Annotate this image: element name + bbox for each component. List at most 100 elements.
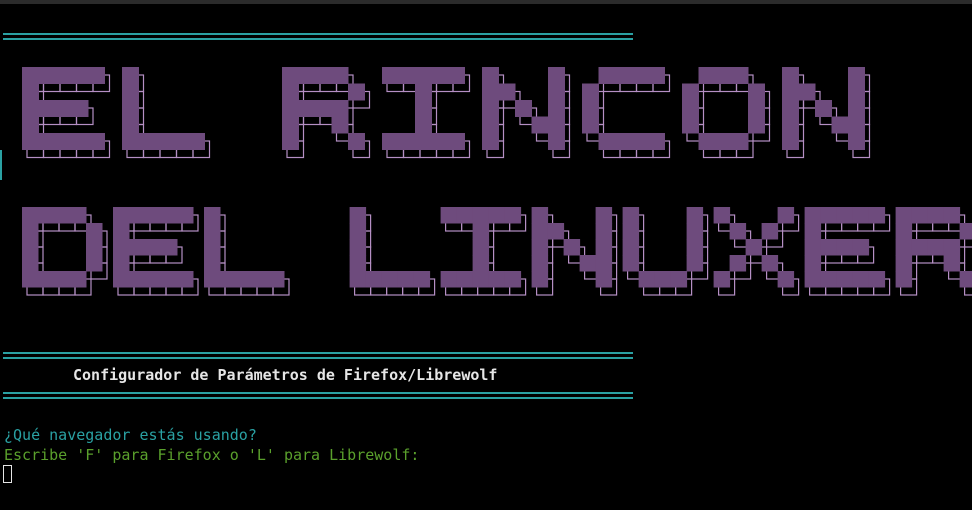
banner-line2-glyph-block xyxy=(531,223,549,240)
banner-line2-glyph-block xyxy=(804,255,822,272)
banner-line1-glyph-block xyxy=(122,83,139,101)
banner-line2-glyph-block xyxy=(911,207,929,224)
banner-line1-glyph-block xyxy=(848,100,865,117)
banner-line1-glyph-block xyxy=(38,133,56,150)
terminal-cursor[interactable] xyxy=(3,465,12,483)
banner-line1-glyph-block xyxy=(831,116,849,134)
banner-line1-glyph-block xyxy=(22,67,39,84)
banner-line2-glyph-block xyxy=(595,255,613,272)
banner-line2-glyph-block xyxy=(943,239,961,256)
banner-line1-glyph-block xyxy=(498,83,516,101)
banner-line1-glyph-block xyxy=(71,67,89,84)
banner-line2-glyph-block xyxy=(836,239,854,256)
banner-line2-glyph-block xyxy=(204,239,221,256)
edge-mark xyxy=(0,150,2,180)
banner-line2-glyph-block xyxy=(38,207,55,224)
banner-line2-glyph-block xyxy=(927,207,945,224)
banner-line1-glyph-block xyxy=(482,133,499,150)
banner-line1-glyph-block xyxy=(482,83,499,101)
banner-line2-glyph-block xyxy=(531,271,549,288)
banner-line1-glyph-block xyxy=(88,67,105,84)
banner-line1-glyph-block xyxy=(798,83,816,101)
banner-line2-glyph-block xyxy=(595,223,613,240)
banner-line2-glyph-block xyxy=(761,255,779,272)
banner-line1-glyph-block xyxy=(682,100,699,117)
banner-line1-glyph-block xyxy=(298,67,316,84)
banner-line2-glyph-block xyxy=(959,271,972,288)
banner-line1-glyph-block xyxy=(848,116,865,134)
banner-line1-glyph-block xyxy=(848,67,865,84)
banner-line2-glyph-block xyxy=(804,239,822,256)
banner-line2-glyph-block xyxy=(129,271,146,288)
banner-line1-glyph-block xyxy=(382,67,399,84)
banner-line2-glyph-block xyxy=(852,239,870,256)
banner-line2-glyph-block xyxy=(686,223,704,240)
banner-line2-glyph-block xyxy=(804,207,822,224)
banner-line1-glyph-block xyxy=(348,133,365,150)
banner-line2-glyph-block xyxy=(622,207,640,224)
banner-line1-glyph-block xyxy=(715,133,732,150)
banner-line1-glyph-block xyxy=(431,133,449,150)
banner-line2-glyph-block xyxy=(488,271,506,288)
banner-line2-glyph-block xyxy=(531,255,549,272)
banner-line2-glyph-block xyxy=(638,271,656,288)
banner-line1-glyph-block xyxy=(122,116,139,134)
banner-line2-glyph-block xyxy=(397,271,415,288)
banner-line2-glyph-block xyxy=(22,255,39,272)
banner-line1-glyph-block xyxy=(22,133,39,150)
banner-line2-glyph-block xyxy=(70,271,87,288)
banner-line2-glyph-block xyxy=(729,223,747,240)
ascii-art-banner xyxy=(22,67,972,296)
banner-line1-glyph-block xyxy=(531,116,549,134)
banner-line1-glyph-block xyxy=(315,67,332,84)
banner-line2-glyph-block xyxy=(413,271,431,288)
banner-line2-glyph-block xyxy=(686,255,704,272)
banner-line1-glyph-block xyxy=(55,100,72,117)
banner-line2-glyph-block xyxy=(729,255,747,272)
banner-line2-glyph-block xyxy=(804,223,822,240)
banner-line2-glyph-block xyxy=(86,255,103,272)
banner-line1-glyph-block xyxy=(38,67,56,84)
banner-line1-glyph-block xyxy=(171,133,189,150)
banner-line1-glyph-block xyxy=(698,133,716,150)
banner-line1-glyph-block xyxy=(548,67,565,84)
banner-line2-glyph-block xyxy=(252,271,269,288)
banner-line1-glyph-block xyxy=(748,83,765,101)
banner-line2-glyph-block xyxy=(38,271,55,288)
bottom-divider xyxy=(3,392,633,399)
banner-line2-glyph-block xyxy=(220,271,237,288)
banner-line1-glyph-block xyxy=(848,133,865,150)
banner-line1-glyph-block xyxy=(482,116,499,134)
banner-line2-glyph-block xyxy=(472,207,490,224)
instruction-text: Escribe 'F' para Firefox o 'L' para Libr… xyxy=(4,446,420,464)
banner-line2-glyph-block xyxy=(113,207,130,224)
banner-line2-glyph-block xyxy=(670,271,688,288)
banner-line2-glyph-block xyxy=(852,271,870,288)
banner-line2-glyph-block xyxy=(349,255,367,272)
banner-line2-glyph-block xyxy=(161,207,178,224)
banner-line1-glyph-block xyxy=(282,133,299,150)
banner-line2-glyph-block xyxy=(145,239,162,256)
banner-line2-glyph-block xyxy=(488,207,506,224)
banner-line2-glyph-block xyxy=(595,239,613,256)
banner-line1-glyph-block xyxy=(88,133,105,150)
banner-line1-glyph-block xyxy=(155,133,172,150)
banner-line2-glyph-block xyxy=(911,239,929,256)
banner-line2-glyph-block xyxy=(161,271,178,288)
banner-line1-glyph-block xyxy=(748,100,765,117)
banner-line1-glyph-block xyxy=(648,133,665,150)
banner-line1-glyph-block xyxy=(415,67,432,84)
banner-line2-glyph-block xyxy=(820,207,838,224)
terminal-window[interactable]: Configurador de Parámetros de Firefox/Li… xyxy=(0,0,972,510)
banner-line2-glyph-block xyxy=(440,271,458,288)
banner-line1-glyph-block xyxy=(348,83,365,101)
banner-line2-glyph-block xyxy=(943,207,961,224)
banner-line1-glyph-block xyxy=(315,100,332,117)
banner-line2-glyph-block xyxy=(70,207,87,224)
banner-line1-glyph-block xyxy=(282,100,299,117)
banner-line1-glyph-block xyxy=(631,67,649,84)
banner-line1-glyph-block xyxy=(122,100,139,117)
banner-line1-glyph-block xyxy=(22,100,39,117)
banner-line1-glyph-block xyxy=(415,100,432,117)
banner-line2-glyph-block xyxy=(622,223,640,240)
